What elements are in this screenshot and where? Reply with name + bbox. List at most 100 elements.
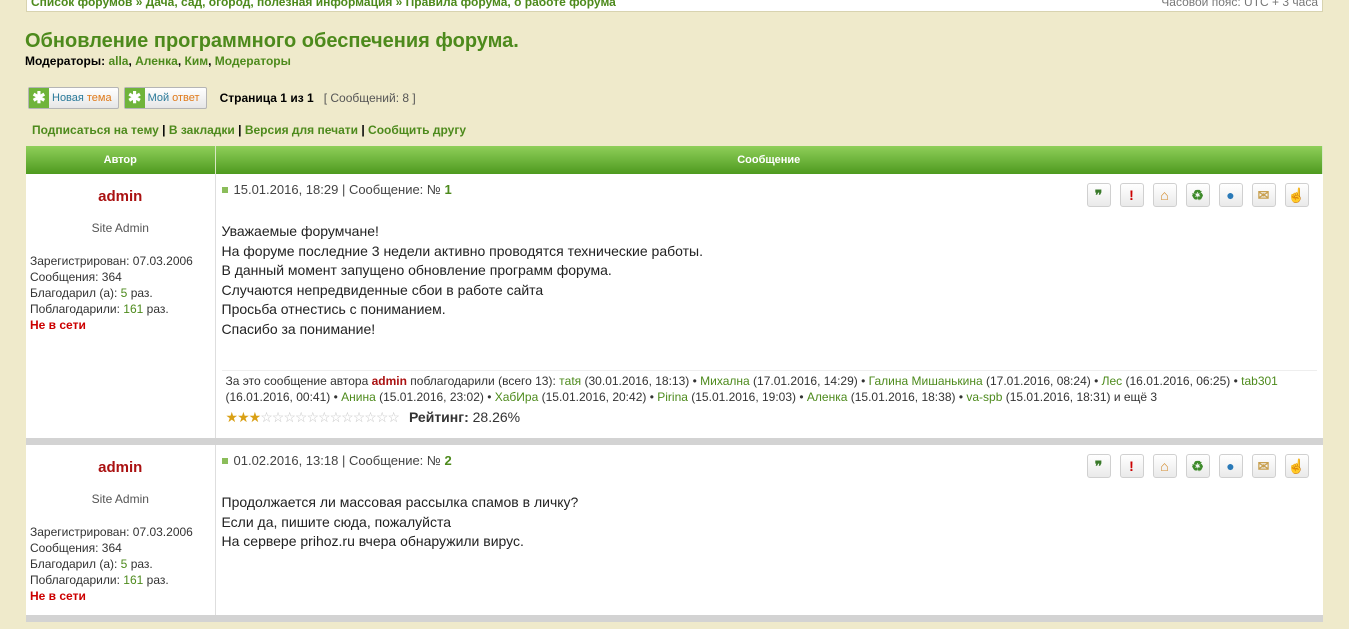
moderator-link[interactable]: Ким bbox=[185, 54, 209, 68]
was-thanked-suffix: раз. bbox=[146, 573, 169, 587]
thanker-link[interactable]: tab301 bbox=[1241, 374, 1278, 388]
post-marker-icon bbox=[221, 457, 228, 464]
home-icon[interactable]: ⌂ bbox=[1152, 183, 1177, 207]
author-stats: Зарегистрирован: 07.03.2006 Сообщения: 3… bbox=[26, 253, 215, 333]
thanks-date: (30.01.2016, 18:13) bbox=[584, 373, 690, 388]
thanker-link[interactable]: Аленка bbox=[807, 390, 848, 404]
rating-star[interactable]: ☆ bbox=[376, 409, 389, 425]
post-date: 15.01.2016, 18:29 bbox=[233, 182, 339, 197]
was-thanked-value[interactable]: 161 bbox=[123, 302, 143, 316]
rating-star[interactable]: ★ bbox=[226, 409, 239, 425]
rating-star[interactable]: ★ bbox=[237, 409, 250, 425]
author-name[interactable]: admin bbox=[26, 188, 215, 205]
post-separator bbox=[26, 615, 1323, 622]
thanked-label: Благодарил (а): bbox=[30, 557, 118, 571]
thanked-value[interactable]: 5 bbox=[121, 557, 128, 571]
breadcrumb[interactable]: Список форумов » Дача, сад, огород, поле… bbox=[31, 0, 616, 10]
rating-star[interactable]: ☆ bbox=[330, 409, 343, 425]
email-friend-link[interactable]: Сообщить другу bbox=[368, 123, 466, 137]
registered-date: Зарегистрирован: 07.03.2006 bbox=[30, 525, 193, 539]
email-icon[interactable]: ✉ bbox=[1251, 183, 1276, 207]
rating-star[interactable]: ☆ bbox=[260, 409, 273, 425]
new-topic-label: Новая bbox=[52, 92, 84, 104]
rating-star[interactable]: ☆ bbox=[318, 409, 331, 425]
posts-table: Автор Сообщение admin Site Admin Зарегис… bbox=[26, 146, 1323, 622]
thanks-date: (15.01.2016, 18:31) bbox=[1005, 389, 1111, 404]
thanks-date: (17.01.2016, 14:29) bbox=[753, 373, 858, 388]
pm-icon[interactable]: ● bbox=[1218, 454, 1243, 478]
was-thanked-suffix: раз. bbox=[146, 302, 169, 316]
thanked-stat: Благодарил (а): 5 раз. bbox=[30, 556, 215, 572]
post-line: В данный момент запущено обновление прог… bbox=[221, 262, 612, 279]
rating-star[interactable]: ★ bbox=[249, 409, 262, 425]
rating-star[interactable]: ☆ bbox=[283, 409, 296, 425]
thanker-link[interactable]: тatя bbox=[559, 374, 581, 388]
online-status: Не в сети bbox=[30, 318, 86, 332]
post-line: Если да, пишите сюда, пожалуйста bbox=[221, 513, 452, 530]
rating-star[interactable]: ☆ bbox=[272, 409, 285, 425]
was-thanked-stat: Поблагодарили: 161 раз. bbox=[30, 301, 215, 317]
thanker-link[interactable]: Анина bbox=[341, 390, 376, 404]
subscribe-link[interactable]: Подписаться на тему bbox=[32, 123, 159, 137]
moderator-link[interactable]: alla bbox=[108, 54, 128, 68]
pm-icon[interactable]: ● bbox=[1218, 183, 1243, 207]
post-separator bbox=[26, 438, 1323, 445]
reply-label: Мой bbox=[147, 92, 170, 104]
topic-title[interactable]: Обновление программного обеспечения фору… bbox=[25, 30, 519, 53]
rating-label: Рейтинг: bbox=[408, 409, 469, 426]
breadcrumb-bar: Список форумов » Дача, сад, огород, поле… bbox=[26, 0, 1323, 12]
thanker-link[interactable]: Галина Мишанькина bbox=[869, 374, 983, 388]
email-icon[interactable]: ✉ bbox=[1251, 454, 1276, 478]
thanks-author[interactable]: admin bbox=[372, 374, 407, 388]
bookmark-link[interactable]: В закладки bbox=[169, 123, 235, 137]
print-link[interactable]: Версия для печати bbox=[245, 123, 358, 137]
quote-icon[interactable]: ❞ bbox=[1086, 454, 1111, 478]
rating-star[interactable]: ☆ bbox=[364, 409, 377, 425]
thanks-icon[interactable]: ♻ bbox=[1185, 454, 1210, 478]
post-line: Уважаемые форумчане! bbox=[221, 223, 379, 239]
author-name[interactable]: admin bbox=[26, 459, 215, 476]
rating-star[interactable]: ☆ bbox=[295, 409, 308, 425]
post-line: Просьба отнестись с пониманием. bbox=[221, 301, 446, 318]
post-number[interactable]: 2 bbox=[444, 453, 451, 468]
thanker-link[interactable]: Михална bbox=[700, 374, 750, 388]
author-rank: Site Admin bbox=[91, 492, 149, 506]
thanker-link[interactable]: Лес bbox=[1102, 374, 1123, 388]
quote-icon[interactable]: ❞ bbox=[1086, 183, 1111, 207]
thanks-date: (15.01.2016, 23:02) bbox=[379, 389, 484, 404]
rating-stars: ★★★☆☆☆☆☆☆☆☆☆☆☆☆ bbox=[226, 409, 400, 426]
thanker-link[interactable]: Pirina bbox=[657, 390, 688, 404]
timezone-label: Часовой пояс: UTC + 3 часа bbox=[1161, 0, 1318, 9]
thanks-list: За это сообщение автора admin поблагодар… bbox=[221, 369, 1317, 405]
post-body: 15.01.2016, 18:29 | Сообщение: № 1 ❞ ! ⌂… bbox=[215, 174, 1323, 438]
was-thanked-stat: Поблагодарили: 161 раз. bbox=[30, 572, 215, 588]
moderator-link[interactable]: Аленка bbox=[135, 54, 178, 68]
rating-star[interactable]: ☆ bbox=[353, 409, 366, 425]
post-row: admin Site Admin Зарегистрирован: 07.03.… bbox=[26, 445, 1323, 615]
registered-date: Зарегистрирован: 07.03.2006 bbox=[30, 254, 193, 268]
pagination-current: 1 bbox=[280, 91, 287, 105]
thanks-icon[interactable]: ♻ bbox=[1185, 183, 1210, 207]
thanks-date: (15.01.2016, 20:42) bbox=[541, 389, 647, 404]
thanker-link[interactable]: ХабИра bbox=[495, 390, 539, 404]
rating-star[interactable]: ☆ bbox=[387, 409, 400, 425]
was-thanked-value[interactable]: 161 bbox=[123, 573, 143, 587]
post-number[interactable]: 1 bbox=[444, 182, 451, 197]
reply-button[interactable]: ✱ Мой ответ bbox=[123, 87, 207, 109]
moderators-label: Модераторы: bbox=[25, 54, 106, 68]
moderator-link[interactable]: Модераторы bbox=[215, 54, 291, 68]
thanked-value[interactable]: 5 bbox=[121, 286, 128, 300]
post-rating: ★★★☆☆☆☆☆☆☆☆☆☆☆☆ Рейтинг: 28.26% bbox=[222, 409, 1317, 426]
thumbs-up-icon[interactable]: ☝ bbox=[1284, 454, 1309, 478]
post-date: 01.02.2016, 13:18 bbox=[233, 453, 339, 468]
home-icon[interactable]: ⌂ bbox=[1152, 454, 1177, 478]
new-topic-button[interactable]: ✱ Новая тема bbox=[28, 87, 119, 109]
post-text: Уважаемые форумчане! На форуме последние… bbox=[222, 222, 1317, 340]
thanker-link[interactable]: va-spb bbox=[966, 390, 1002, 404]
thumbs-up-icon[interactable]: ☝ bbox=[1284, 183, 1309, 207]
rating-star[interactable]: ☆ bbox=[341, 409, 354, 425]
plus-icon: ✱ bbox=[29, 88, 49, 108]
rating-star[interactable]: ☆ bbox=[306, 409, 319, 425]
report-icon[interactable]: ! bbox=[1119, 454, 1144, 478]
report-icon[interactable]: ! bbox=[1119, 183, 1144, 207]
